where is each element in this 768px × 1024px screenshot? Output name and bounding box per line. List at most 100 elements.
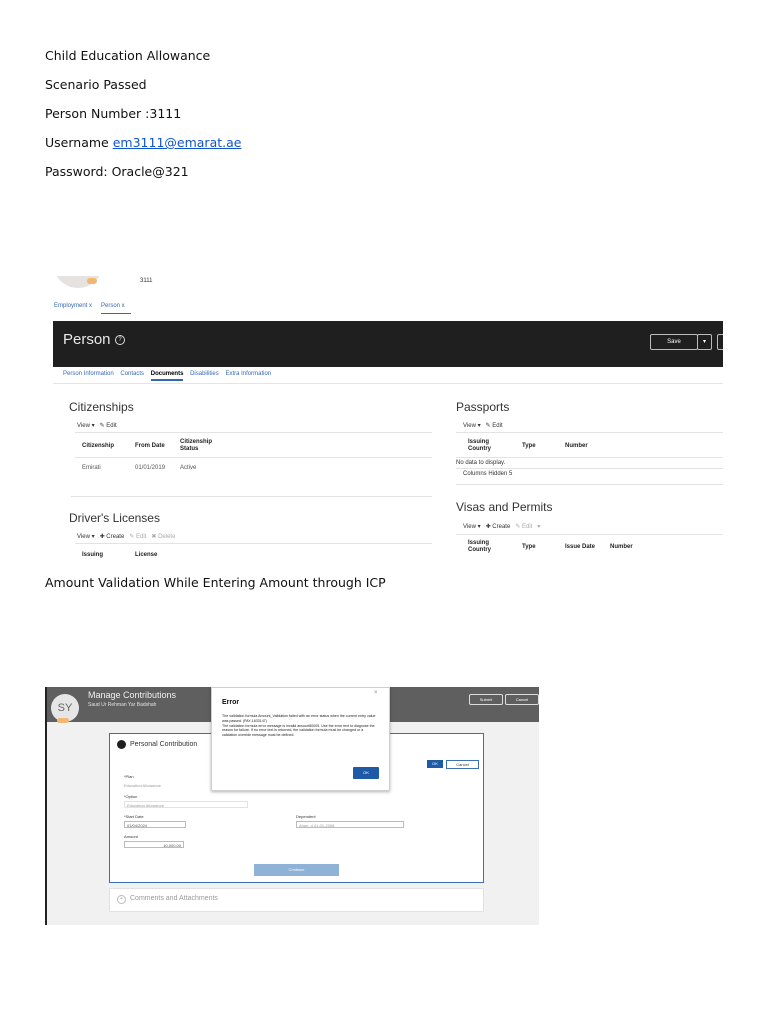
continue-button[interactable]: Continue bbox=[254, 864, 339, 876]
drivers-licenses-toolbar: View ▾ ✚ Create ✎ Edit ✖ Delete bbox=[77, 533, 175, 540]
col-header: Citizenship bbox=[82, 443, 115, 449]
pencil-icon: ✎ bbox=[485, 423, 491, 429]
document-title: Child Education Allowance bbox=[45, 48, 211, 63]
avatar-status-dot bbox=[57, 718, 69, 723]
tab-divider bbox=[53, 383, 723, 384]
person-number: Person Number :3111 bbox=[45, 106, 182, 121]
option-label: *Option bbox=[124, 794, 138, 799]
pencil-icon: ✎ bbox=[99, 423, 105, 429]
error-title: Error bbox=[222, 699, 240, 706]
breadcrumb-employment[interactable]: Employment x bbox=[54, 303, 92, 309]
tab-person-information[interactable]: Person Information bbox=[63, 371, 114, 377]
dependent-select[interactable]: Ahan, d 01-01-2008 bbox=[296, 821, 404, 828]
passports-view-menu[interactable]: View ▾ bbox=[463, 423, 481, 429]
plan-value: Education Allowance bbox=[124, 783, 161, 788]
plus-icon: ✚ bbox=[99, 534, 105, 540]
col-header: Number bbox=[610, 544, 633, 550]
tab-bar: Person Information Contacts Documents Di… bbox=[63, 371, 276, 381]
option-field[interactable]: Education Allowance bbox=[124, 801, 248, 808]
table-cell: 01/01/2019 bbox=[135, 465, 166, 471]
caption-amount-validation: Amount Validation While Entering Amount … bbox=[45, 575, 386, 590]
drivers-licenses-title: Driver's Licenses bbox=[69, 511, 160, 525]
page-subtitle: Saud Ur Rehman Yar Badshah bbox=[88, 702, 157, 708]
more-button[interactable] bbox=[717, 334, 723, 350]
amount-field[interactable]: 10,000.00 bbox=[124, 841, 184, 848]
passports-edit-button[interactable]: Edit bbox=[492, 423, 502, 429]
close-icon[interactable]: × bbox=[374, 690, 378, 696]
visas-edit-button[interactable]: Edit bbox=[522, 524, 532, 530]
col-header: Citizenship Status bbox=[180, 439, 213, 452]
error-ok-button[interactable]: OK bbox=[353, 767, 379, 779]
divider bbox=[456, 484, 723, 485]
licenses-create-button[interactable]: Create bbox=[106, 534, 124, 540]
person-number-label: 3111 bbox=[140, 278, 153, 284]
tab-contacts[interactable]: Contacts bbox=[120, 371, 144, 377]
password-line: Password: Oracle@321 bbox=[45, 164, 189, 179]
divider bbox=[456, 457, 723, 458]
visas-view-menu[interactable]: View ▾ bbox=[463, 524, 481, 530]
dependent-label: Dependent bbox=[296, 814, 316, 819]
col-header: Issue Date bbox=[565, 544, 596, 550]
comments-section[interactable]: + Comments and Attachments bbox=[109, 888, 484, 912]
avatar-status-dot bbox=[87, 278, 97, 284]
page-title: Manage Contributions bbox=[88, 690, 177, 700]
left-edge bbox=[45, 687, 47, 925]
divider bbox=[75, 432, 432, 433]
divider bbox=[75, 457, 432, 458]
person-documents-screenshot: 3111 Employment x Person x Person ? Save… bbox=[45, 276, 723, 562]
tab-extra-information[interactable]: Extra Information bbox=[225, 371, 271, 377]
manage-contributions-screenshot: Manage Contributions Saud Ur Rehman Yar … bbox=[45, 687, 539, 925]
citizenships-edit-button[interactable]: Edit bbox=[106, 423, 116, 429]
columns-hidden: Columns Hidden 5 bbox=[463, 471, 513, 477]
breadcrumb-underline bbox=[101, 313, 131, 314]
username-link[interactable]: em3111@emarat.ae bbox=[113, 135, 242, 150]
cancel-button[interactable]: Cancel bbox=[446, 760, 479, 769]
table-cell: Active bbox=[180, 465, 197, 471]
chevron-down-icon[interactable]: ▾ bbox=[537, 524, 540, 530]
ok-button[interactable]: OK bbox=[427, 760, 443, 768]
cancel-button[interactable]: Cancel bbox=[505, 694, 539, 705]
plus-icon: ✚ bbox=[485, 524, 491, 530]
step-icon bbox=[117, 740, 126, 749]
scenario-status: Scenario Passed bbox=[45, 77, 147, 92]
start-date-field[interactable]: 01/04/2024 bbox=[124, 821, 186, 828]
col-header: Type bbox=[522, 544, 536, 550]
start-date-label: *Start Date bbox=[124, 814, 144, 819]
submit-button[interactable]: Submit bbox=[469, 694, 503, 705]
save-dropdown-button[interactable]: ▾ bbox=[697, 334, 712, 350]
visas-title: Visas and Permits bbox=[456, 500, 553, 514]
passports-toolbar: View ▾ ✎ Edit bbox=[463, 422, 503, 429]
divider bbox=[456, 432, 723, 433]
tab-disabilities[interactable]: Disabilities bbox=[190, 371, 219, 377]
licenses-edit-button[interactable]: Edit bbox=[136, 534, 146, 540]
citizenships-view-menu[interactable]: View ▾ bbox=[77, 423, 95, 429]
tab-documents[interactable]: Documents bbox=[150, 371, 184, 381]
pencil-icon: ✎ bbox=[515, 524, 521, 530]
col-header: Issuing Country bbox=[468, 439, 491, 452]
page-header: Person ? Save ▾ bbox=[53, 321, 723, 367]
empty-message: No data to display. bbox=[456, 460, 506, 466]
save-button[interactable]: Save bbox=[650, 334, 698, 350]
pencil-icon: ✎ bbox=[129, 534, 135, 540]
breadcrumb-person[interactable]: Person x bbox=[101, 303, 125, 309]
help-icon[interactable]: ? bbox=[115, 335, 125, 345]
licenses-view-menu[interactable]: View ▾ bbox=[77, 534, 95, 540]
error-dialog: × Error The validation formula Amount_Va… bbox=[211, 687, 390, 791]
visas-create-button[interactable]: Create bbox=[492, 524, 510, 530]
divider bbox=[456, 468, 723, 469]
plan-label: *Plan bbox=[124, 774, 134, 779]
username-label: Username bbox=[45, 135, 109, 150]
col-header: Issuing Country bbox=[468, 540, 491, 553]
col-header: Issuing bbox=[82, 552, 104, 558]
error-message: The validation formula Amount_Validation… bbox=[222, 714, 376, 738]
col-header: License bbox=[135, 552, 158, 558]
citizenships-toolbar: View ▾ ✎ Edit bbox=[77, 422, 117, 429]
panel-title: Personal Contribution bbox=[130, 741, 198, 748]
col-header: From Date bbox=[135, 443, 165, 449]
comments-title: Comments and Attachments bbox=[130, 895, 218, 902]
close-icon: ✖ bbox=[151, 534, 157, 540]
username-line: Username em3111@emarat.ae bbox=[45, 135, 241, 150]
table-cell: Emirati bbox=[82, 465, 101, 471]
licenses-delete-button[interactable]: Delete bbox=[158, 534, 175, 540]
page-title: Person bbox=[63, 331, 111, 348]
